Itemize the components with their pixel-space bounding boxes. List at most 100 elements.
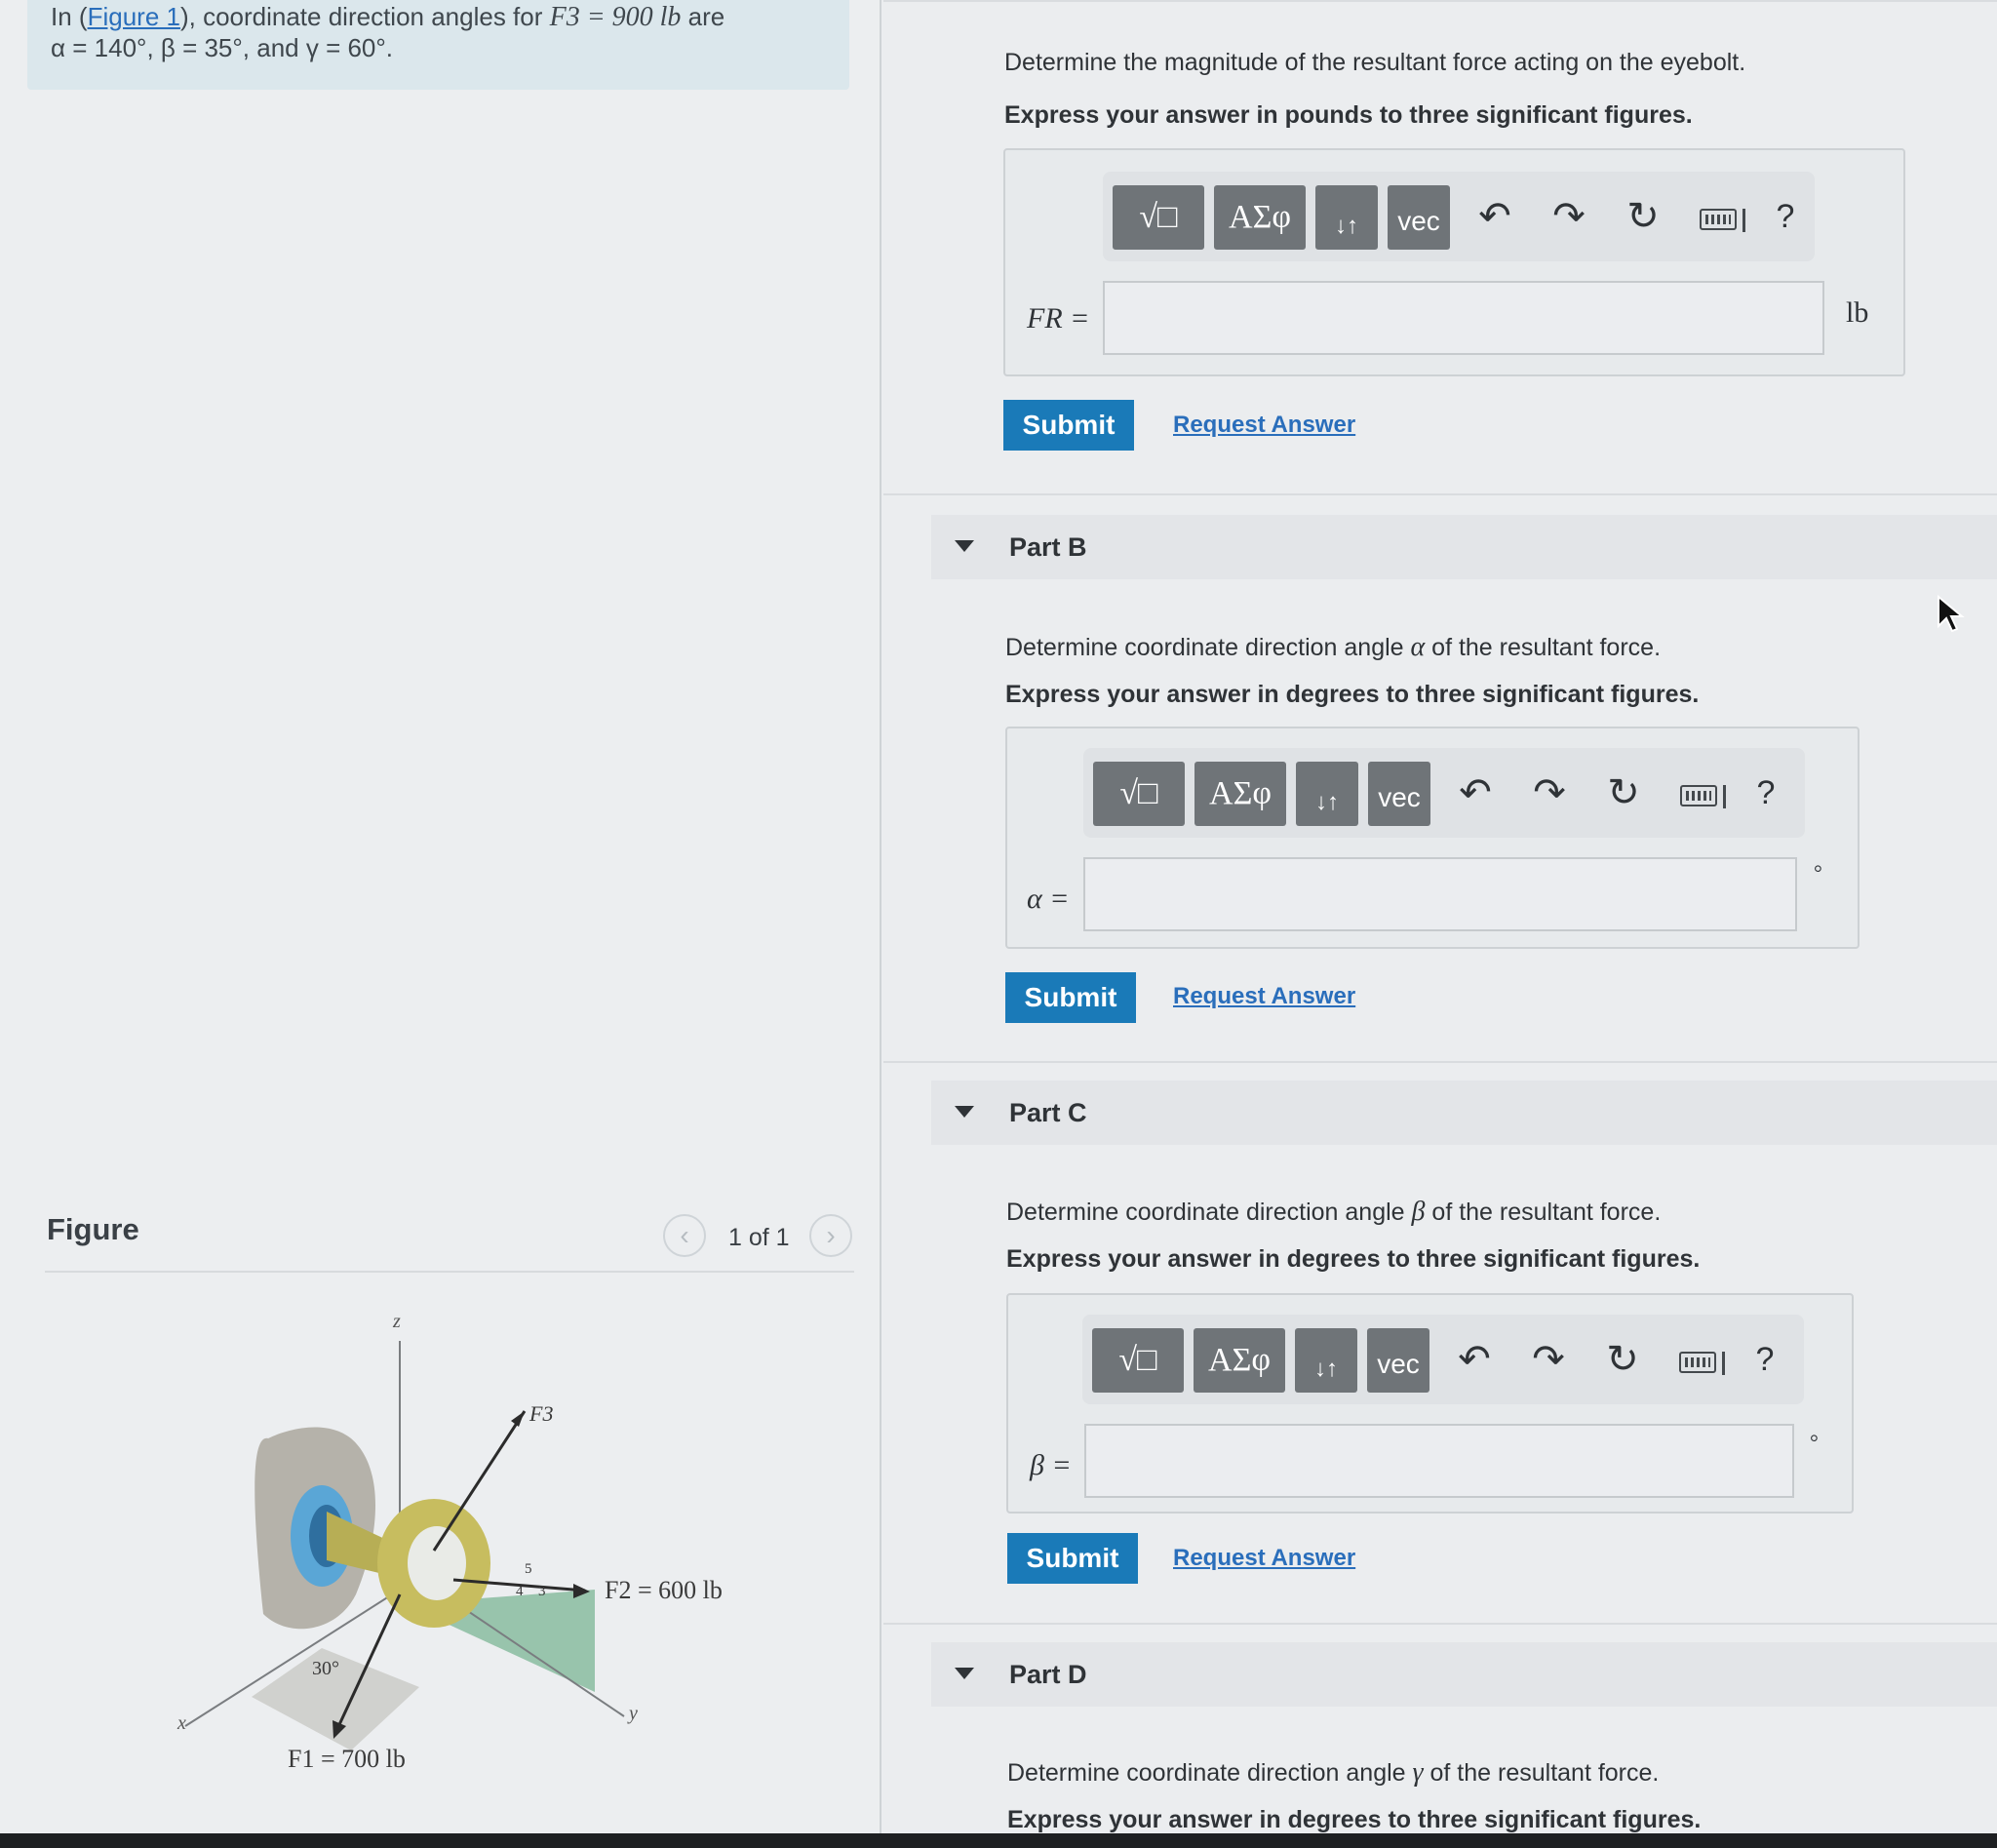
redo-icon[interactable]: ↷ xyxy=(1528,769,1571,816)
fr-unit: lb xyxy=(1846,296,1869,329)
help-button[interactable]: ? xyxy=(1766,193,1805,240)
keyboard-divider xyxy=(1723,785,1726,808)
slope-label-5: 5 xyxy=(525,1561,532,1577)
mouse-cursor-icon xyxy=(1938,595,1965,633)
beta-answer-input[interactable] xyxy=(1084,1424,1794,1498)
templates-button[interactable]: √□ xyxy=(1113,185,1204,250)
screen-bezel xyxy=(0,1833,1997,1848)
alpha-symbol: α xyxy=(1410,632,1426,662)
greek-symbols-button[interactable]: ΑΣφ xyxy=(1214,185,1306,250)
part-b-math-toolbar: √□ ΑΣφ ↓↑ vec ↶ ↷ ↻ ? xyxy=(1083,748,1805,838)
beta-label: β = xyxy=(1030,1449,1072,1481)
part-b-prompt: Determine coordinate direction angle α o… xyxy=(1005,632,1661,663)
keyboard-icon[interactable] xyxy=(1700,209,1737,230)
subscript-superscript-button[interactable]: ↓↑ xyxy=(1295,1328,1357,1393)
part-a-prompt: Determine the magnitude of the resultant… xyxy=(1004,49,1746,76)
part-b-request-answer-link[interactable]: Request Answer xyxy=(1173,983,1355,1010)
figure-title: Figure xyxy=(47,1212,139,1246)
undo-icon[interactable]: ↶ xyxy=(1473,193,1516,240)
top-rule xyxy=(883,0,1997,2)
part-c-instruction: Express your answer in degrees to three … xyxy=(1006,1245,1701,1273)
vector-button[interactable]: vec xyxy=(1368,762,1430,826)
part-c-math-toolbar: √□ ΑΣφ ↓↑ vec ↶ ↷ ↻ ? xyxy=(1082,1315,1804,1404)
greek-symbols-button[interactable]: ΑΣφ xyxy=(1194,762,1286,826)
prompt-text: Determine coordinate direction angle xyxy=(1006,1199,1412,1226)
intro-line-1: In (Figure 1), coordinate direction angl… xyxy=(51,2,724,33)
part-a-submit-button[interactable]: Submit xyxy=(1003,400,1134,451)
vector-button[interactable]: vec xyxy=(1367,1328,1429,1393)
x-axis-label: x xyxy=(176,1712,186,1734)
fr-label: FR = xyxy=(1027,302,1090,334)
alpha-unit: ° xyxy=(1814,860,1822,885)
undo-icon[interactable]: ↶ xyxy=(1454,769,1497,816)
part-b-title: Part B xyxy=(1009,532,1087,562)
page-indicator: 1 of 1 xyxy=(728,1224,790,1251)
help-button[interactable]: ? xyxy=(1745,1336,1784,1383)
part-b-answer-box: √□ ΑΣφ ↓↑ vec ↶ ↷ ↻ ? α = xyxy=(1005,727,1860,949)
part-b-rule xyxy=(883,493,1997,495)
templates-button[interactable]: √□ xyxy=(1093,762,1185,826)
part-d-rule xyxy=(883,1623,1997,1625)
part-c-prompt: Determine coordinate direction angle β o… xyxy=(1006,1197,1661,1228)
subscript-superscript-button[interactable]: ↓↑ xyxy=(1296,762,1358,826)
part-a-request-answer-link[interactable]: Request Answer xyxy=(1173,412,1355,439)
undo-icon[interactable]: ↶ xyxy=(1453,1336,1496,1383)
part-d-header[interactable]: Part D xyxy=(931,1642,1997,1707)
part-a-instruction: Express your answer in pounds to three s… xyxy=(1004,101,1693,129)
greek-symbols-button[interactable]: ΑΣφ xyxy=(1194,1328,1285,1393)
part-d-prompt: Determine coordinate direction angle γ o… xyxy=(1007,1757,1659,1789)
gamma-symbol: γ xyxy=(1412,1757,1424,1788)
part-b-submit-button[interactable]: Submit xyxy=(1005,972,1136,1023)
eyebolt-figure: z x y F3 F2 = 600 lb F1 = 700 lb 30° 5 4… xyxy=(176,1311,723,1773)
part-c-request-answer-link[interactable]: Request Answer xyxy=(1173,1545,1355,1572)
subscript-superscript-button[interactable]: ↓↑ xyxy=(1315,185,1378,250)
chevron-right-icon[interactable]: › xyxy=(809,1214,852,1257)
caret-down-icon[interactable] xyxy=(955,1668,974,1679)
intro-text: In ( xyxy=(51,2,88,31)
keyboard-icon[interactable] xyxy=(1680,785,1717,806)
part-d-title: Part D xyxy=(1009,1660,1087,1689)
part-d-instruction: Express your answer in degrees to three … xyxy=(1007,1806,1702,1833)
panel-divider[interactable] xyxy=(880,0,881,1848)
keyboard-divider xyxy=(1722,1352,1725,1375)
redo-icon[interactable]: ↷ xyxy=(1527,1336,1570,1383)
keyboard-icon[interactable] xyxy=(1679,1352,1716,1373)
help-button[interactable]: ? xyxy=(1746,769,1785,816)
figure-link[interactable]: Figure 1 xyxy=(88,2,180,31)
part-b-header[interactable]: Part B xyxy=(931,515,1997,579)
intro-text: ), coordinate direction angles for xyxy=(179,2,550,31)
alpha-label: α = xyxy=(1027,883,1070,915)
vector-button[interactable]: vec xyxy=(1388,185,1450,250)
figure-divider xyxy=(45,1271,854,1273)
f3-label: F3 xyxy=(529,1401,553,1426)
eye-hole xyxy=(408,1526,466,1600)
prompt-text: of the resultant force. xyxy=(1423,1759,1660,1787)
part-c-header[interactable]: Part C xyxy=(931,1081,1997,1145)
beta-symbol: β xyxy=(1411,1197,1426,1227)
part-a-math-toolbar: √□ ΑΣφ ↓↑ vec ↶ ↷ ↻ ? xyxy=(1103,172,1815,261)
caret-down-icon[interactable] xyxy=(955,1106,974,1118)
reset-icon[interactable]: ↻ xyxy=(1601,1336,1644,1383)
prompt-text: of the resultant force. xyxy=(1425,634,1662,661)
redo-icon[interactable]: ↷ xyxy=(1547,193,1590,240)
prompt-text: of the resultant force. xyxy=(1425,1199,1662,1226)
part-c-submit-button[interactable]: Submit xyxy=(1007,1533,1138,1584)
angle-label: 30° xyxy=(312,1658,339,1679)
alpha-answer-input[interactable] xyxy=(1083,857,1797,931)
part-a-answer-box: √□ ΑΣφ ↓↑ vec ↶ ↷ ↻ ? FR = xyxy=(1003,148,1905,376)
templates-button[interactable]: √□ xyxy=(1092,1328,1184,1393)
slope-label-4: 4 xyxy=(516,1584,524,1599)
f2-label: F2 = 600 lb xyxy=(605,1576,723,1604)
y-axis-label: y xyxy=(627,1703,638,1724)
reset-icon[interactable]: ↻ xyxy=(1622,193,1664,240)
part-c-rule xyxy=(883,1061,1997,1063)
slope-label-3: 3 xyxy=(538,1584,546,1599)
chevron-left-icon[interactable]: ‹ xyxy=(663,1214,706,1257)
reset-icon[interactable]: ↻ xyxy=(1602,769,1645,816)
part-c-title: Part C xyxy=(1009,1098,1087,1127)
f1-label: F1 = 700 lb xyxy=(288,1745,406,1773)
prompt-text: Determine coordinate direction angle xyxy=(1007,1759,1413,1787)
intro-line-2: α = 140°, β = 35°, and γ = 60°. xyxy=(51,33,394,62)
caret-down-icon[interactable] xyxy=(955,540,974,552)
fr-answer-input[interactable] xyxy=(1103,281,1824,355)
